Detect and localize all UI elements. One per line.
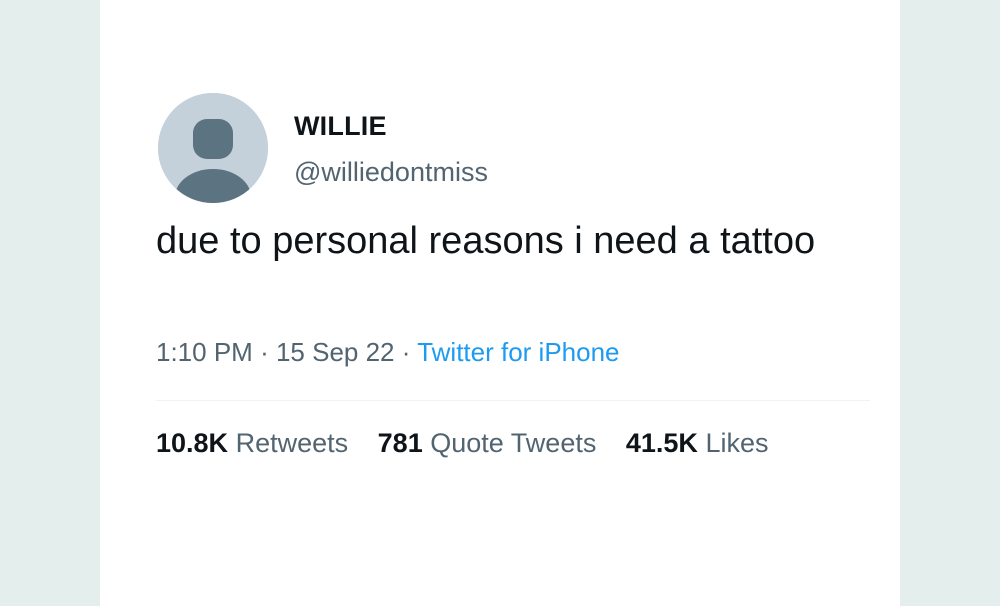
display-name[interactable]: WILLIE [294, 111, 387, 142]
tweet-time[interactable]: 1:10 PM [156, 337, 253, 367]
tweet-metadata: 1:10 PM · 15 Sep 22 · Twitter for iPhone [156, 337, 620, 368]
tweet-date[interactable]: 15 Sep 22 [276, 337, 395, 367]
divider [156, 400, 870, 401]
avatar[interactable] [158, 93, 268, 203]
retweets-label: Retweets [235, 428, 349, 458]
meta-separator: · [260, 337, 269, 367]
likes-label: Likes [705, 428, 769, 458]
meta-separator: · [401, 337, 411, 367]
tweet-stats: 10.8K Retweets 781 Quote Tweets 41.5K Li… [156, 428, 790, 459]
page-background: WILLIE @williedontmiss due to personal r… [0, 0, 1000, 606]
tweet-source-link[interactable]: Twitter for iPhone [417, 337, 619, 367]
quote-tweets-count: 781 [377, 428, 423, 458]
tweet-text: due to personal reasons i need a tattoo [156, 220, 816, 262]
user-handle[interactable]: @williedontmiss [294, 157, 488, 188]
quote-tweets-label: Quote Tweets [430, 428, 597, 458]
default-profile-icon [158, 93, 268, 203]
retweets-stat[interactable]: 10.8K Retweets [156, 428, 348, 459]
retweets-count: 10.8K [156, 428, 229, 458]
likes-count: 41.5K [625, 428, 698, 458]
likes-stat[interactable]: 41.5K Likes [626, 428, 769, 459]
quote-tweets-stat[interactable]: 781 Quote Tweets [378, 428, 597, 459]
tweet-card: WILLIE @williedontmiss due to personal r… [100, 0, 900, 606]
